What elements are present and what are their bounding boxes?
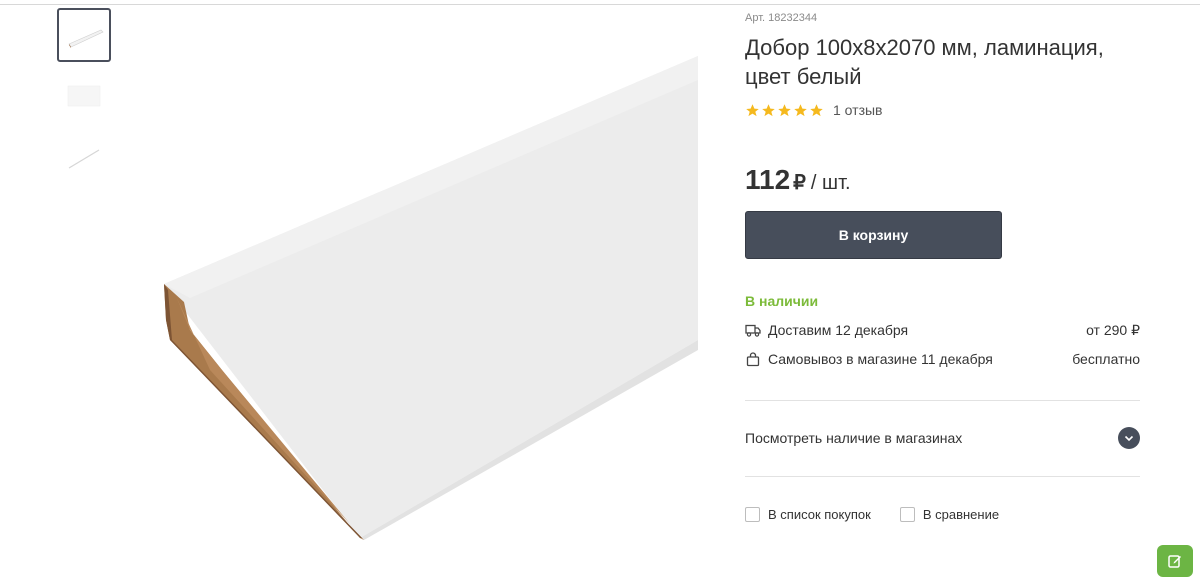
edit-icon bbox=[1168, 555, 1181, 568]
delivery-price: от 290 ₽ bbox=[1086, 321, 1140, 338]
price-value: 112 bbox=[745, 164, 791, 195]
rating: 1 отзыв bbox=[745, 102, 883, 118]
divider bbox=[745, 476, 1140, 477]
star-icon bbox=[762, 103, 775, 116]
pickup-row: Самовывоз в магазине 11 декабря бесплатн… bbox=[745, 350, 1140, 368]
product-title: Добор 100х8х2070 мм, ламинация, цвет бел… bbox=[745, 35, 1104, 89]
checkbox[interactable] bbox=[745, 507, 760, 522]
shopping-list-checkbox[interactable]: В список покупок bbox=[745, 507, 871, 522]
shopping-list-label: В список покупок bbox=[768, 507, 871, 522]
price-currency: ₽ bbox=[793, 172, 806, 194]
board-front-thumbnail-icon bbox=[67, 85, 101, 107]
star-icon bbox=[810, 103, 823, 116]
store-availability-toggle[interactable]: Посмотреть наличие в магазинах bbox=[745, 427, 1140, 449]
thumbnail-2[interactable] bbox=[57, 68, 111, 122]
rating-stars bbox=[745, 103, 824, 118]
star-icon bbox=[778, 103, 791, 116]
board-edge-thumbnail-icon bbox=[68, 149, 100, 169]
delivery-text: Доставим 12 декабря bbox=[768, 322, 909, 338]
feedback-button[interactable] bbox=[1157, 545, 1193, 577]
truck-icon bbox=[745, 324, 761, 337]
product-sku: Арт. 18232344 bbox=[745, 12, 818, 24]
pickup-text: Самовывоз в магазине 11 декабря bbox=[768, 351, 993, 367]
board-thumbnail-icon bbox=[68, 29, 104, 48]
compare-label: В сравнение bbox=[922, 507, 1000, 522]
shopping-bag-icon bbox=[746, 352, 760, 367]
secondary-actions: В список покупок В сравнение bbox=[745, 507, 999, 522]
thumbnail-3[interactable] bbox=[57, 134, 111, 188]
pickup-price: бесплатно bbox=[1072, 351, 1140, 367]
thumbnail-1[interactable] bbox=[57, 8, 111, 62]
product-image bbox=[150, 40, 710, 550]
star-icon bbox=[746, 103, 759, 116]
reviews-link[interactable]: 1 отзыв bbox=[833, 102, 883, 118]
expand-button[interactable] bbox=[1118, 427, 1140, 449]
compare-checkbox[interactable]: В сравнение bbox=[899, 507, 1000, 522]
top-divider bbox=[0, 4, 1200, 5]
stock-status: В наличии bbox=[745, 293, 819, 309]
price: 112 ₽ / шт. bbox=[745, 164, 851, 196]
add-to-cart-button[interactable]: В корзину bbox=[745, 211, 1002, 259]
checkbox[interactable] bbox=[899, 507, 915, 522]
chevron-down-icon bbox=[1124, 435, 1134, 441]
price-unit: / шт. bbox=[810, 172, 851, 194]
delivery-row: Доставим 12 декабря от 290 ₽ bbox=[745, 321, 1140, 339]
divider bbox=[745, 400, 1140, 401]
star-icon bbox=[794, 103, 807, 116]
store-availability-label: Посмотреть наличие в магазинах bbox=[745, 430, 963, 446]
